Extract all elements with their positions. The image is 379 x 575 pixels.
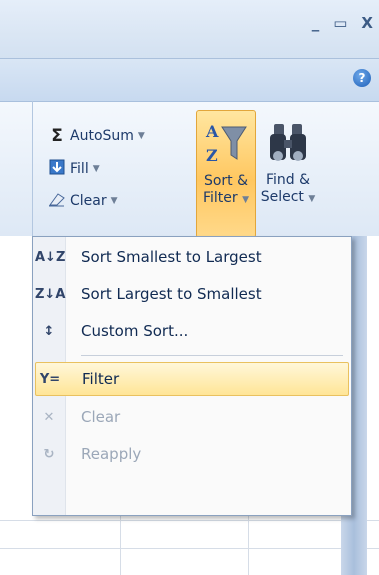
menu-item-label: Reapply — [81, 445, 142, 463]
chevron-down-icon: ▼ — [92, 164, 100, 174]
menu-item-label: Custom Sort... — [81, 322, 189, 340]
find-select-label-1: Find & — [265, 172, 311, 188]
fill-button[interactable]: Fill ▼ — [48, 159, 100, 179]
clear-button[interactable]: Clear ▼ — [48, 191, 118, 211]
eraser-icon — [48, 191, 66, 211]
close-icon[interactable]: X — [361, 14, 373, 32]
filter-icon: Y= — [39, 371, 61, 387]
ribbon-tab-strip: ? — [0, 58, 379, 102]
clear-filter-icon: ✕ — [43, 409, 55, 425]
fill-down-icon — [48, 159, 66, 179]
help-icon[interactable]: ? — [353, 69, 371, 87]
ribbon-separator — [32, 101, 33, 241]
minimize-icon[interactable]: _ — [312, 14, 320, 32]
find-select-button[interactable]: Find & Select ▼ — [256, 110, 320, 236]
menu-item-custom-sort[interactable]: ↕ Custom Sort... — [35, 314, 347, 348]
sort-descending-icon: Z↓A — [35, 286, 66, 302]
sort-filter-label-2: Filter ▼ — [202, 190, 250, 206]
clear-label: Clear — [70, 193, 107, 209]
menu-item-filter[interactable]: Y= Filter — [35, 362, 349, 396]
sort-filter-button[interactable]: A Z Sort & Filter ▼ — [196, 110, 256, 238]
sort-filter-menu: A↓Z Sort Smallest to Largest Z↓A Sort La… — [32, 236, 352, 516]
svg-text:A: A — [205, 122, 219, 141]
window-controls: _ ▭ X — [312, 14, 373, 32]
fill-label: Fill — [70, 161, 89, 177]
sigma-icon: Σ — [51, 126, 63, 146]
reapply-icon: ↻ — [43, 446, 55, 462]
menu-item-clear[interactable]: ✕ Clear — [35, 400, 347, 434]
sort-ascending-icon: A↓Z — [35, 249, 66, 265]
chevron-down-icon: ▼ — [110, 196, 118, 206]
title-bar: _ ▭ X — [0, 0, 379, 58]
menu-item-reapply[interactable]: ↻ Reapply — [35, 437, 347, 471]
custom-sort-icon: ↕ — [43, 323, 55, 339]
restore-icon[interactable]: ▭ — [333, 14, 347, 32]
find-select-label-2: Select ▼ — [260, 189, 316, 205]
menu-item-label: Clear — [81, 408, 121, 426]
menu-item-label: Sort Largest to Smallest — [81, 285, 262, 303]
chevron-down-icon: ▼ — [137, 131, 145, 141]
grid-line — [0, 548, 379, 549]
binoculars-icon — [266, 118, 310, 166]
menu-item-sort-descending[interactable]: Z↓A Sort Largest to Smallest — [35, 277, 347, 311]
sort-filter-label-1: Sort & — [203, 173, 249, 189]
menu-item-sort-ascending[interactable]: A↓Z Sort Smallest to Largest — [35, 240, 347, 274]
sort-filter-icon: A Z — [204, 119, 248, 167]
menu-item-label: Sort Smallest to Largest — [81, 248, 262, 266]
svg-text:Z: Z — [206, 146, 218, 165]
menu-item-label: Filter — [82, 370, 120, 388]
menu-separator — [81, 355, 343, 356]
grid-line — [0, 520, 379, 521]
autosum-button[interactable]: Σ AutoSum ▼ — [48, 126, 145, 146]
autosum-label: AutoSum — [70, 128, 134, 144]
